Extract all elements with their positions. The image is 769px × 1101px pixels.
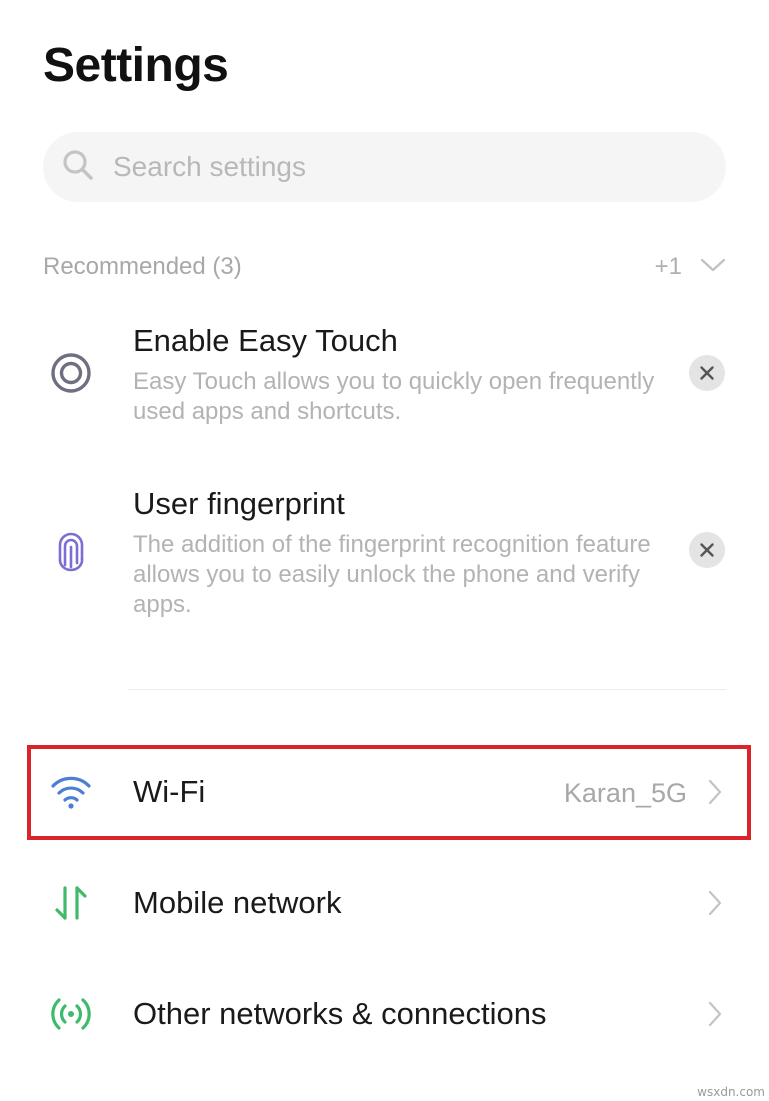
search-input[interactable] [111,150,675,184]
mobile-network-icon [48,880,94,926]
recommended-item-description: Easy Touch allows you to quickly open fr… [133,368,655,425]
chevron-right-icon [707,1000,723,1028]
dismiss-button[interactable] [689,532,725,568]
recommended-item-title: User fingerprint [133,486,345,521]
settings-item-mobile-network[interactable]: Mobile network [0,858,769,948]
settings-item-other-networks[interactable]: Other networks & connections [0,969,769,1059]
chevron-right-icon [707,778,723,806]
recommended-more-count: +1 [654,253,682,280]
watermark: wsxdn.com [697,1085,765,1099]
settings-item-label: Wi-Fi [133,774,206,809]
recommended-header: Recommended (3) +1 [43,252,726,282]
close-icon [700,543,714,557]
settings-item-label: Other networks & connections [133,996,547,1031]
other-connections-icon [48,991,94,1037]
recommended-item-title: Enable Easy Touch [133,323,398,358]
settings-item-wifi[interactable]: Wi-Fi Karan_5G [0,747,769,837]
wifi-icon [48,769,94,815]
recommended-item-easy-touch[interactable]: Enable Easy Touch Easy Touch allows you … [0,318,769,438]
recommended-item-fingerprint[interactable]: User fingerprint The addition of the fin… [0,481,769,631]
chevron-down-icon [700,257,726,278]
section-divider [128,689,726,690]
dismiss-button[interactable] [689,355,725,391]
chevron-right-icon [707,889,723,917]
settings-item-label: Mobile network [133,885,342,920]
close-icon [700,366,714,380]
search-icon [61,148,95,187]
fingerprint-icon [48,527,94,573]
page-title: Settings [43,39,229,92]
recommended-item-description: The addition of the fingerprint recognit… [133,531,651,618]
easy-touch-icon [48,350,94,396]
settings-item-value: Karan_5G [563,778,687,808]
search-bar[interactable] [43,132,726,202]
recommended-label: Recommended (3) [43,253,242,280]
recommended-expand-button[interactable]: +1 [655,253,726,281]
